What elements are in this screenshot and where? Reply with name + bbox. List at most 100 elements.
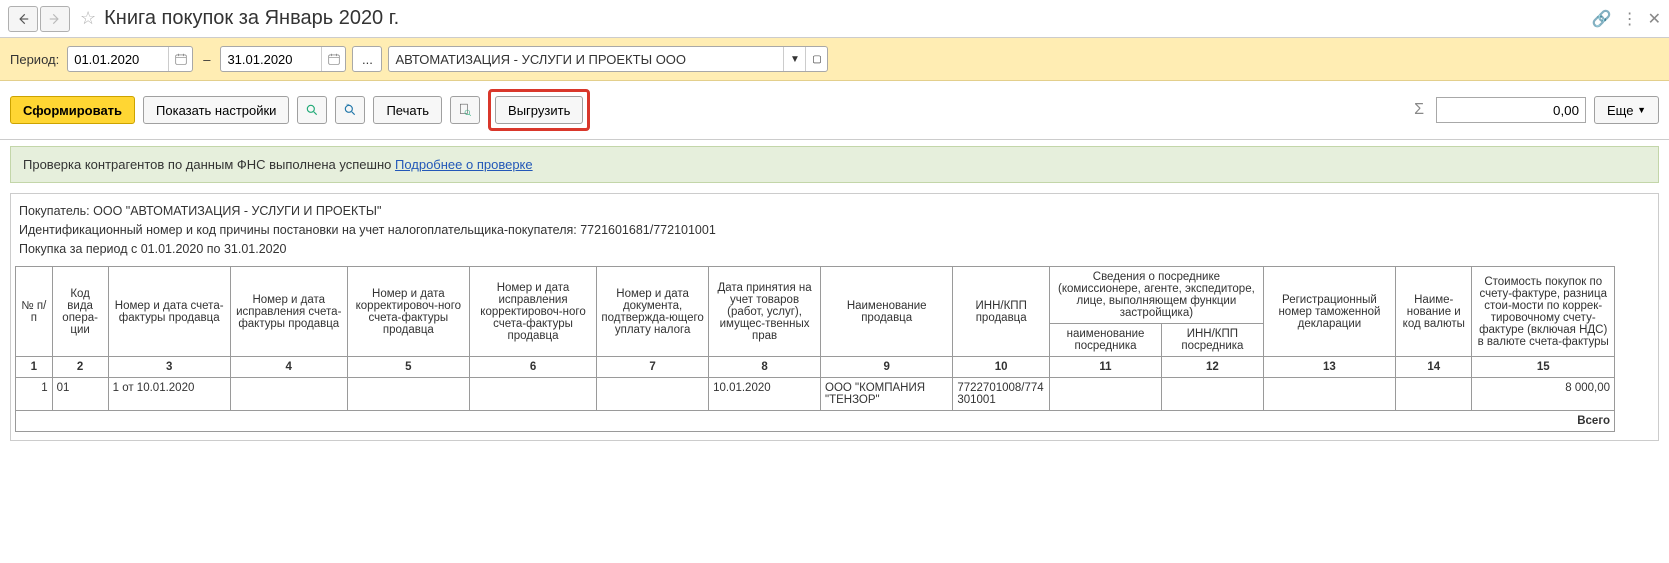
cn-14: 14 [1396, 357, 1472, 378]
cell-date: 10.01.2020 [709, 378, 821, 411]
close-icon[interactable]: ✕ [1648, 9, 1661, 29]
date-from-input[interactable] [68, 52, 168, 67]
cn-9: 9 [821, 357, 953, 378]
cell-c5 [347, 378, 469, 411]
th-15: Стоимость покупок по счету-фактуре, разн… [1472, 267, 1615, 357]
cn-5: 5 [347, 357, 469, 378]
cn-1: 1 [16, 357, 53, 378]
cn-4: 4 [230, 357, 347, 378]
filter-bar: Период: – ... АВТОМАТИЗАЦИЯ - УСЛУГИ И П… [0, 38, 1669, 81]
organization-value: АВТОМАТИЗАЦИЯ - УСЛУГИ И ПРОЕКТЫ ООО [389, 52, 783, 67]
cell-c7 [597, 378, 709, 411]
th-4: Номер и дата исправления счета-фактуры п… [230, 267, 347, 357]
find-button[interactable] [297, 96, 327, 124]
more-vert-icon[interactable]: ⋮ [1622, 9, 1638, 29]
success-notice: Проверка контрагентов по данным ФНС выпо… [10, 146, 1659, 183]
notice-text: Проверка контрагентов по данным ФНС выпо… [23, 157, 395, 172]
cn-7: 7 [597, 357, 709, 378]
refresh-find-button[interactable] [335, 96, 365, 124]
calendar-from-button[interactable] [168, 47, 192, 71]
period-text: Покупка за период с 01.01.2020 по 31.01.… [19, 240, 1654, 259]
cn-2: 2 [52, 357, 108, 378]
th-8: Дата принятия на учет товаров (работ, ус… [709, 267, 821, 357]
cell-sum: 8 000,00 [1472, 378, 1615, 411]
calendar-icon [174, 52, 188, 66]
generate-button[interactable]: Сформировать [10, 96, 135, 124]
th-3: Номер и дата счета-фактуры продавца [108, 267, 230, 357]
th-11g: Сведения о посреднике (комиссионере, аге… [1050, 267, 1264, 324]
total-label: Всего [16, 411, 1615, 432]
inn-value: 7721601681/772101001 [580, 223, 716, 237]
dash: – [203, 52, 210, 67]
cn-12: 12 [1161, 357, 1263, 378]
period-label: Период: [10, 52, 59, 67]
export-highlight: Выгрузить [488, 89, 590, 131]
export-button[interactable]: Выгрузить [495, 96, 583, 124]
show-settings-button[interactable]: Показать настройки [143, 96, 289, 124]
th-1: № п/п [16, 267, 53, 357]
buyer-label: Покупатель: [19, 204, 93, 218]
report-area: Покупатель: ООО "АВТОМАТИЗАЦИЯ - УСЛУГИ … [10, 193, 1659, 441]
th-12: ИНН/КПП посредника [1161, 324, 1263, 357]
arrow-right-icon [48, 12, 62, 26]
cell-seller: ООО "КОМПАНИЯ "ТЕНЗОР" [821, 378, 953, 411]
cell-c11 [1050, 378, 1162, 411]
date-to-input[interactable] [221, 52, 321, 67]
favorite-icon[interactable]: ☆ [80, 8, 96, 29]
print-button[interactable]: Печать [373, 96, 442, 124]
calendar-to-button[interactable] [321, 47, 345, 71]
cell-code: 01 [52, 378, 108, 411]
sum-input[interactable] [1436, 97, 1586, 123]
th-6: Номер и дата исправления корректировоч-н… [469, 267, 596, 357]
cell-c14 [1396, 378, 1472, 411]
report-table: № п/п Код вида опера-ции Номер и дата сч… [15, 266, 1615, 432]
cell-c13 [1263, 378, 1395, 411]
th-7: Номер и дата документа, подтвержда-ющего… [597, 267, 709, 357]
report-meta: Покупатель: ООО "АВТОМАТИЗАЦИЯ - УСЛУГИ … [19, 202, 1654, 258]
forward-button[interactable] [40, 6, 70, 32]
calendar-icon [327, 52, 341, 66]
preview-button[interactable] [450, 96, 480, 124]
total-row: Всего [16, 411, 1615, 432]
table-row[interactable]: 1 01 1 от 10.01.2020 10.01.2020 ООО "КОМ… [16, 378, 1615, 411]
cell-c4 [230, 378, 347, 411]
back-button[interactable] [8, 6, 38, 32]
cell-inn: 7722701008/774301001 [953, 378, 1050, 411]
link-icon[interactable]: 🔗 [1592, 9, 1612, 29]
search-icon [305, 103, 319, 117]
sigma-icon: Σ [1414, 101, 1424, 119]
chevron-down-icon: ▼ [1637, 105, 1646, 115]
more-button[interactable]: Еще ▼ [1594, 96, 1659, 124]
th-9: Наименование продавца [821, 267, 953, 357]
th-11: наименование посредника [1050, 324, 1162, 357]
th-5: Номер и дата корректировоч-ного счета-фа… [347, 267, 469, 357]
notice-link[interactable]: Подробнее о проверке [395, 157, 533, 172]
buyer-value: ООО "АВТОМАТИЗАЦИЯ - УСЛУГИ И ПРОЕКТЫ" [93, 204, 381, 218]
cell-n: 1 [16, 378, 53, 411]
organization-select[interactable]: АВТОМАТИЗАЦИЯ - УСЛУГИ И ПРОЕКТЫ ООО ▼ ▢ [388, 46, 828, 72]
inn-label: Идентификационный номер и код причины по… [19, 223, 580, 237]
cn-13: 13 [1263, 357, 1395, 378]
cell-c12 [1161, 378, 1263, 411]
arrow-left-icon [16, 12, 30, 26]
cn-15: 15 [1472, 357, 1615, 378]
chevron-down-icon[interactable]: ▼ [783, 47, 805, 71]
date-to-wrap [220, 46, 346, 72]
cn-3: 3 [108, 357, 230, 378]
more-label: Еще [1607, 103, 1633, 118]
period-picker-button[interactable]: ... [352, 46, 382, 72]
page-title: Книга покупок за Январь 2020 г. [104, 7, 399, 30]
cell-invoice: 1 от 10.01.2020 [108, 378, 230, 411]
cn-8: 8 [709, 357, 821, 378]
cn-10: 10 [953, 357, 1050, 378]
th-13: Регистрационный номер таможенной деклара… [1263, 267, 1395, 357]
th-2: Код вида опера-ции [52, 267, 108, 357]
search-refresh-icon [343, 103, 357, 117]
page-search-icon [458, 103, 472, 117]
open-external-icon[interactable]: ▢ [805, 47, 827, 71]
cn-6: 6 [469, 357, 596, 378]
date-from-wrap [67, 46, 193, 72]
cell-c6 [469, 378, 596, 411]
th-10: ИНН/КПП продавца [953, 267, 1050, 357]
cn-11: 11 [1050, 357, 1162, 378]
